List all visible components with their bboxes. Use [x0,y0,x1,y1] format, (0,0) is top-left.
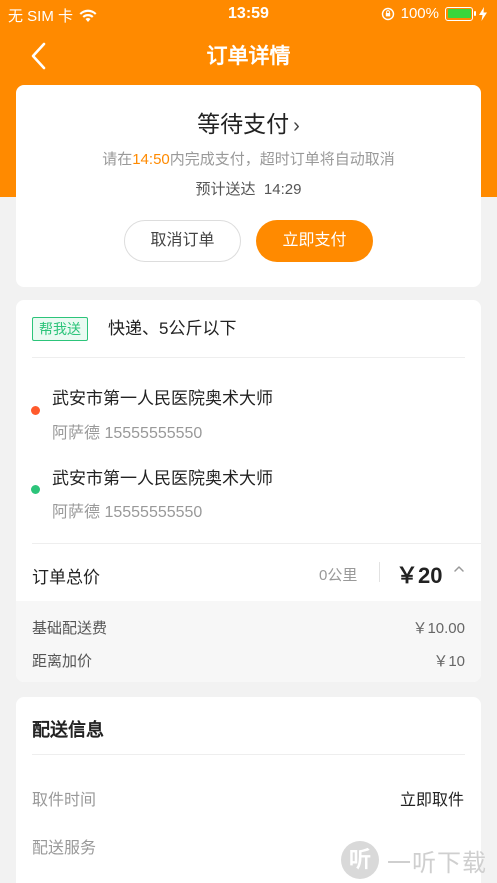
section-title: 配送信息 [32,720,104,740]
watermark-logo-icon: 听 [341,841,379,879]
hint-suffix: 内完成支付，超时订单将自动取消 [169,151,395,168]
order-status-label: 等待支付 [197,111,290,137]
nav-bar: 订单详情 [0,28,497,84]
eta-time: 14:29 [263,181,302,198]
pickup-time-value[interactable]: 立即取件 [400,786,464,810]
battery-percent: 100% [400,5,439,22]
charging-icon [479,6,487,21]
order-total-price: ￥20 [396,563,443,588]
vertical-divider [379,562,380,582]
hint-prefix: 请在 [102,151,133,168]
delivery-service-label: 配送服务 [32,840,97,857]
fee-breakdown: 基础配送费 ￥10.00 距离加价 ￥10 [16,601,481,682]
page-title: 订单详情 [206,45,291,68]
fee-label: 距离加价 [32,653,93,670]
fee-row: 基础配送费 ￥10.00 [32,617,465,638]
order-total-label: 订单总价 [32,568,100,587]
service-description: 快递、5公斤以下 [108,319,237,338]
status-bar: 无 SIM 卡 13:59 100% [0,0,497,28]
pickup-contact: 阿萨德 15555555550 [52,425,203,442]
watermark-text: 一听下载 [387,849,487,877]
chevron-up-icon [454,566,464,572]
fee-value: ￥10.00 [412,620,465,637]
payment-deadline-hint: 请在14:50内完成支付，超时订单将自动取消 [16,148,481,169]
estimated-delivery: 预计送达 14:29 [16,178,481,199]
divider [32,754,465,755]
pickup-dot [31,406,40,415]
divider [32,543,481,544]
chevron-right-icon: › [293,115,300,137]
pickup-address: 武安市第一人民医院奥术大师 [52,389,273,408]
order-status-title[interactable]: 等待支付 › [16,105,481,139]
collapse-fees-button[interactable] [452,562,466,576]
distance-value: 0公里 [319,567,358,584]
dropoff-dot [31,485,40,494]
eta-label: 预计送达 [195,181,256,198]
dropoff-contact: 阿萨德 15555555550 [52,504,203,521]
divider [32,357,465,358]
order-status-card: 等待支付 › 请在14:50内完成支付，超时订单将自动取消 预计送达 14:29 … [16,85,481,287]
service-tag: 帮我送 [32,317,88,341]
battery-level [447,9,471,18]
dropoff-address: 武安市第一人民医院奥术大师 [52,469,273,488]
fee-row: 距离加价 ￥10 [32,650,465,671]
status-right: 100% [381,5,487,22]
fee-value: ￥10 [433,653,465,670]
battery-icon [445,6,476,21]
delivery-card: 帮我送 快递、5公斤以下 武安市第一人民医院奥术大师 阿萨德 155555555… [16,300,481,682]
watermark: 听 一听下载 [337,837,497,883]
payment-deadline: 14:50 [132,151,170,168]
orientation-lock-icon [381,7,394,20]
cancel-order-button[interactable]: 取消订单 [124,220,241,262]
pickup-time-label: 取件时间 [32,792,97,809]
fee-label: 基础配送费 [32,620,108,637]
pay-now-button[interactable]: 立即支付 [256,220,373,262]
